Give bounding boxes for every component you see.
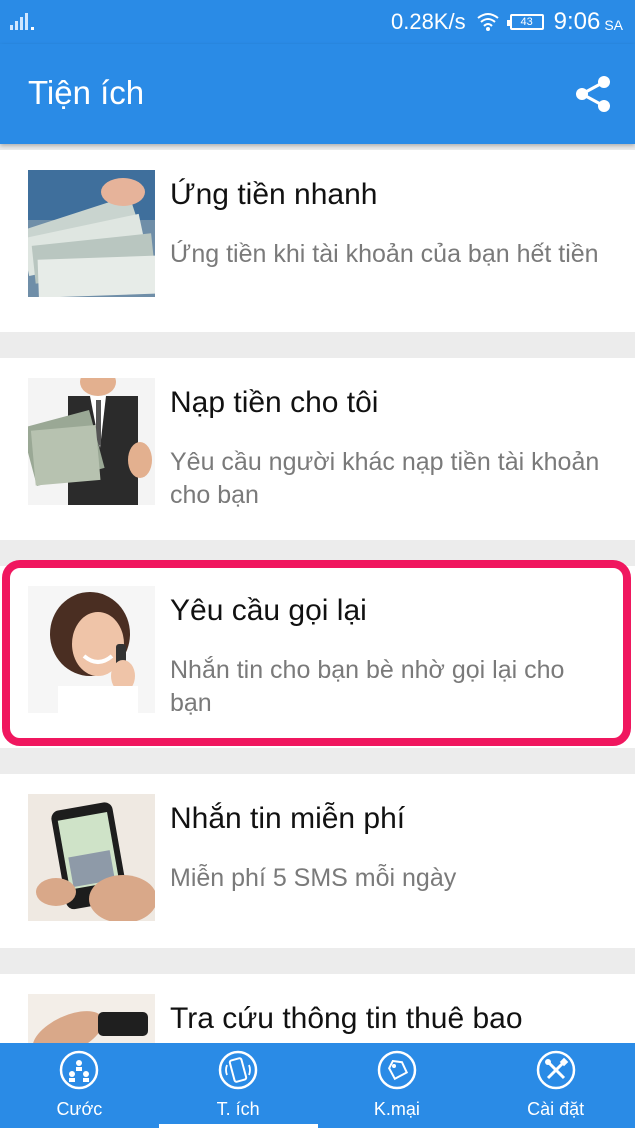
item-title: Yêu cầu gọi lại bbox=[170, 594, 367, 627]
battery-icon: 43 bbox=[506, 14, 544, 30]
clock: 9:06 bbox=[553, 8, 601, 35]
app-bar: Tiện ích bbox=[0, 44, 635, 144]
tools-icon bbox=[536, 1050, 575, 1090]
item-title: Nhắn tin miễn phí bbox=[170, 802, 406, 835]
nav-label: Cài đặt bbox=[527, 1099, 585, 1119]
network-speed: 0.28K/s bbox=[390, 9, 466, 34]
woman-on-phone-photo bbox=[28, 586, 155, 713]
phone-icon bbox=[218, 1050, 258, 1090]
nav-tab-tien-ich[interactable]: T. ích bbox=[158, 1043, 318, 1128]
item-title: Ứng tiền nhanh bbox=[170, 178, 378, 211]
wifi-icon bbox=[476, 13, 499, 31]
list-item-ung-tien-nhanh[interactable]: Ứng tiền nhanh Ứng tiền khi tài khoản củ… bbox=[0, 150, 635, 332]
hand-phone-photo bbox=[28, 994, 155, 1043]
nav-label: T. ích bbox=[216, 1099, 260, 1119]
list-item-tra-cuu-thong-tin[interactable]: Tra cứu thông tin thuê bao bbox=[0, 974, 635, 1043]
list-item-nap-tien-cho-toi[interactable]: Nạp tiền cho tôi Yêu cầu người khác nạp … bbox=[0, 358, 635, 540]
item-description: Ứng tiền khi tài khoản của bạn hết tiền bbox=[170, 240, 599, 268]
people-icon bbox=[60, 1050, 99, 1090]
money-cash-photo bbox=[28, 170, 155, 297]
list-item-nhan-tin-mien-phi[interactable]: Nhắn tin miễn phí Miễn phí 5 SMS mỗi ngà… bbox=[0, 774, 635, 948]
nav-tab-cai-dat[interactable]: Cài đặt bbox=[476, 1043, 635, 1128]
item-description: Nhắn tin cho bạn bè nhờ gọi lại cho bạn bbox=[170, 656, 565, 717]
clock-ampm: SA bbox=[604, 17, 623, 33]
item-description: Yêu cầu người khác nạp tiền tài khoản ch… bbox=[170, 448, 600, 509]
nav-tab-khuyen-mai[interactable]: K.mại bbox=[318, 1043, 477, 1128]
item-title: Tra cứu thông tin thuê bao bbox=[170, 1002, 523, 1035]
bottom-navigation: Cước T. ích K.mại Cài đặt bbox=[0, 1043, 635, 1128]
battery-level: 43 bbox=[520, 16, 533, 28]
page-title: Tiện ích bbox=[28, 74, 145, 111]
nav-tab-cuoc[interactable]: Cước bbox=[0, 1043, 159, 1128]
signal-icon bbox=[10, 12, 36, 30]
nav-label: K.mại bbox=[373, 1099, 420, 1119]
nav-label: Cước bbox=[56, 1099, 103, 1119]
item-title: Nạp tiền cho tôi bbox=[170, 386, 379, 419]
item-description: Miễn phí 5 SMS mỗi ngày bbox=[170, 864, 457, 892]
share-icon[interactable] bbox=[573, 74, 613, 114]
status-right: 0.28K/s 43 9:06 SA bbox=[391, 8, 623, 36]
tag-icon bbox=[377, 1050, 417, 1090]
status-bar: 0.28K/s 43 9:06 SA bbox=[0, 0, 635, 44]
list-item-yeu-cau-goi-lai[interactable]: Yêu cầu gọi lại Nhắn tin cho bạn bè nhờ … bbox=[0, 566, 635, 748]
man-holding-money-photo bbox=[28, 378, 155, 505]
smartphone-sms-photo bbox=[28, 794, 155, 921]
